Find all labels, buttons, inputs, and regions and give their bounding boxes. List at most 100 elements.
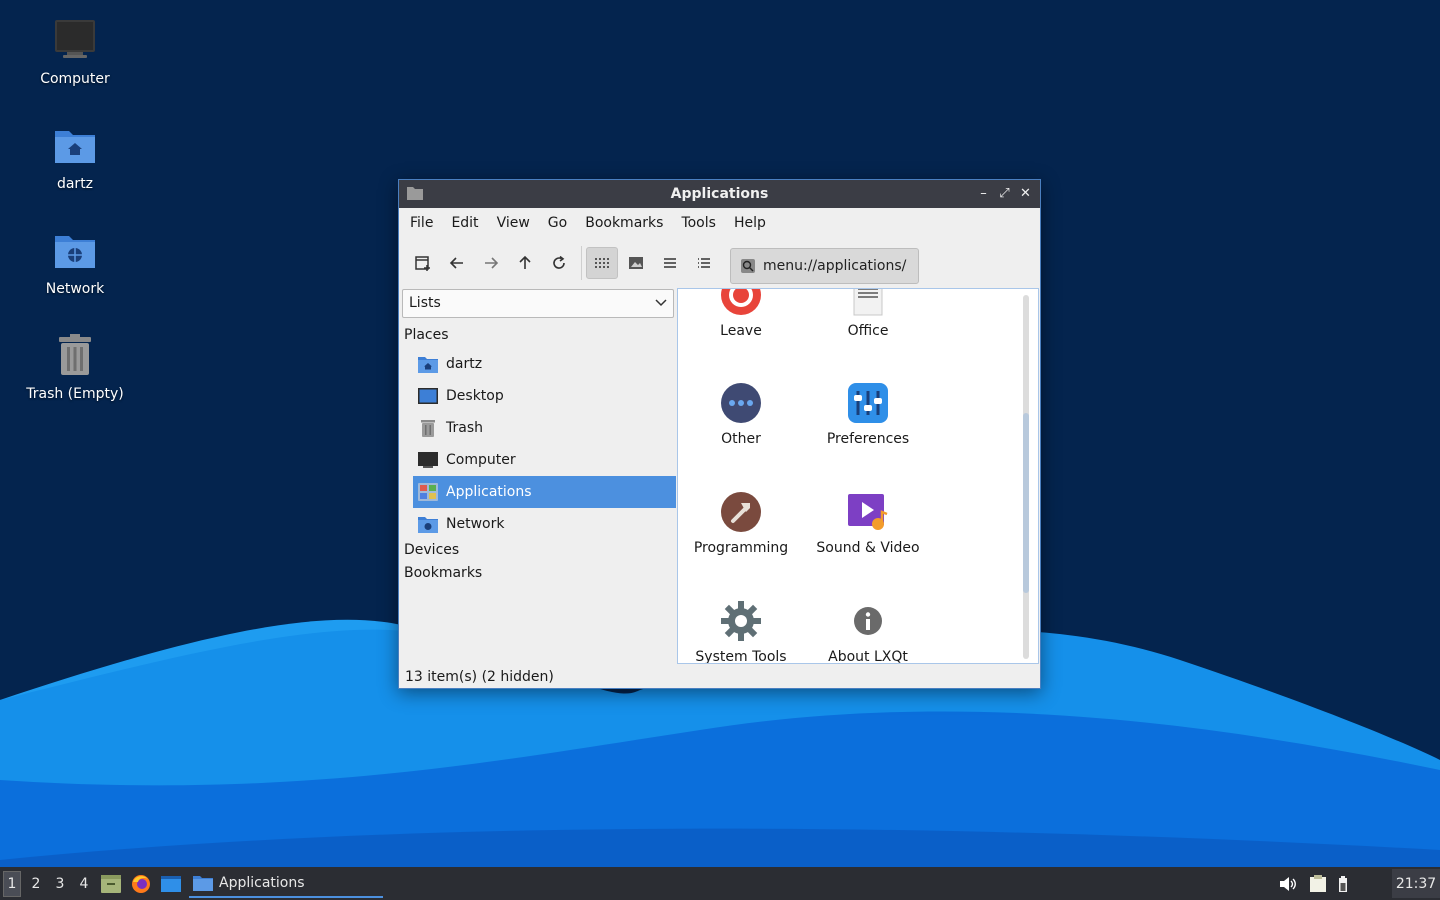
bookmarks-heading[interactable]: Bookmarks (404, 565, 482, 581)
sidebar-item-desktop[interactable]: Desktop (413, 380, 676, 412)
up-button[interactable] (509, 247, 541, 279)
file-manager-launcher[interactable] (96, 867, 126, 900)
app-folder-leave[interactable]: Leave (681, 289, 801, 339)
detailed-view-icon (698, 258, 710, 268)
volume-icon (1280, 876, 1296, 891)
trash-icon (421, 420, 435, 437)
about-icon (854, 607, 882, 635)
menu-tools[interactable]: Tools (672, 208, 725, 238)
window-titlebar[interactable]: Applications – ⤢ ✕ (399, 180, 1040, 208)
volume-button[interactable] (1273, 867, 1303, 900)
home-folder-icon (418, 357, 438, 373)
menu-help[interactable]: Help (725, 208, 775, 238)
system-tools-icon (721, 601, 761, 641)
clipboard-icon (1310, 874, 1326, 892)
show-desktop-launcher[interactable] (156, 867, 186, 900)
sidebar-item-network[interactable]: Network (413, 508, 676, 540)
forward-button[interactable] (475, 247, 507, 279)
sidebar-item-dartz[interactable]: dartz (413, 348, 676, 380)
app-folder-preferences[interactable]: Preferences (808, 381, 928, 447)
other-icon (721, 383, 761, 423)
address-bar[interactable]: menu://applications/ (730, 248, 919, 284)
sidebar-item-label: Trash (446, 420, 483, 436)
clipboard-button[interactable] (1303, 867, 1333, 900)
task-button-applications[interactable]: Applications (189, 869, 383, 898)
app-folder-label: Preferences (826, 431, 910, 447)
new-tab-icon (415, 256, 430, 271)
vertical-scrollbar[interactable] (1023, 295, 1029, 659)
desktop-icon-computer[interactable]: Computer (10, 16, 140, 88)
window-title: Applications (670, 186, 769, 202)
icon-view-button[interactable] (586, 247, 618, 279)
places-heading[interactable]: Places (404, 327, 449, 343)
firefox-icon (132, 874, 150, 893)
sidebar-item-applications[interactable]: Applications (413, 476, 676, 508)
address-text: menu://applications/ (763, 258, 907, 274)
app-folder-other[interactable]: Other (681, 381, 801, 447)
sidebar-item-label: dartz (446, 356, 483, 372)
file-manager-icon (101, 874, 121, 893)
toolbar-separator (581, 246, 582, 280)
menu-file[interactable]: File (401, 208, 442, 238)
menu-bookmarks[interactable]: Bookmarks (576, 208, 672, 238)
back-button[interactable] (441, 247, 473, 279)
app-folder-sound-video[interactable]: Sound & Video (808, 490, 928, 556)
minimize-button[interactable]: – (975, 184, 992, 203)
task-label: Applications (219, 874, 305, 891)
app-folder-label: Sound & Video (816, 540, 920, 556)
menu-go[interactable]: Go (539, 208, 576, 238)
search-icon (741, 259, 755, 273)
desktop-icon-trash[interactable]: Trash (Empty) (10, 331, 140, 403)
desktop-icon-label: Network (45, 281, 105, 297)
folder-icon (193, 875, 213, 891)
applications-icon (418, 483, 438, 501)
sidebar-item-trash[interactable]: Trash (413, 412, 676, 444)
desktop-icon-label: Trash (Empty) (26, 386, 124, 402)
reload-button[interactable] (543, 247, 575, 279)
menu-view[interactable]: View (488, 208, 539, 238)
trash-icon (59, 334, 91, 375)
computer-icon (55, 20, 95, 58)
workspace-4-button[interactable]: 4 (72, 867, 96, 900)
computer-icon (418, 452, 438, 468)
app-folder-office[interactable]: Office (808, 289, 928, 339)
desktop-icon-network[interactable]: Network (10, 226, 140, 298)
battery-button[interactable] (1333, 867, 1353, 900)
clock[interactable]: 21:37 (1392, 869, 1440, 898)
app-folder-label: System Tools (695, 649, 787, 664)
app-folder-about-lxqt[interactable]: About LXQt (808, 599, 928, 663)
desktop-icon-home[interactable]: dartz (10, 121, 140, 193)
chevron-down-icon (655, 299, 667, 307)
desktop-icon (418, 388, 438, 404)
office-icon (853, 289, 883, 316)
app-folder-label: Other (721, 431, 761, 447)
firefox-launcher[interactable] (126, 867, 156, 900)
thumbnail-view-button[interactable] (620, 247, 652, 279)
side-pane-mode-select[interactable]: Lists (402, 289, 674, 318)
app-folder-system-tools[interactable]: System Tools (681, 599, 801, 664)
side-pane-mode-value: Lists (409, 295, 441, 311)
sidebar-item-computer[interactable]: Computer (413, 444, 676, 476)
forward-icon (485, 257, 499, 269)
workspace-1-button[interactable]: 1 (3, 870, 21, 897)
scrollbar-thumb[interactable] (1023, 413, 1029, 593)
compact-view-icon (664, 258, 676, 268)
desktop-icon-label: Computer (40, 71, 110, 87)
workspace-3-button[interactable]: 3 (48, 867, 72, 900)
workspace-2-button[interactable]: 2 (24, 867, 48, 900)
preferences-icon (848, 383, 888, 423)
menu-edit[interactable]: Edit (442, 208, 487, 238)
file-manager-window: Applications – ⤢ ✕ File Edit View Go Boo… (398, 179, 1041, 689)
home-folder-icon (55, 131, 95, 163)
app-folder-programming[interactable]: Programming (681, 490, 801, 556)
new-tab-button[interactable] (407, 247, 439, 279)
toolbar: menu://applications/ (399, 238, 1040, 288)
close-button[interactable]: ✕ (1017, 184, 1034, 203)
status-bar-text: 13 item(s) (2 hidden) (405, 669, 554, 685)
detailed-view-button[interactable] (688, 247, 720, 279)
maximize-button[interactable]: ⤢ (996, 184, 1013, 203)
compact-view-button[interactable] (654, 247, 686, 279)
devices-heading[interactable]: Devices (404, 542, 459, 558)
side-pane: Lists Places dartz Desktop Trash Compute… (401, 288, 676, 664)
network-folder-icon (418, 517, 438, 533)
